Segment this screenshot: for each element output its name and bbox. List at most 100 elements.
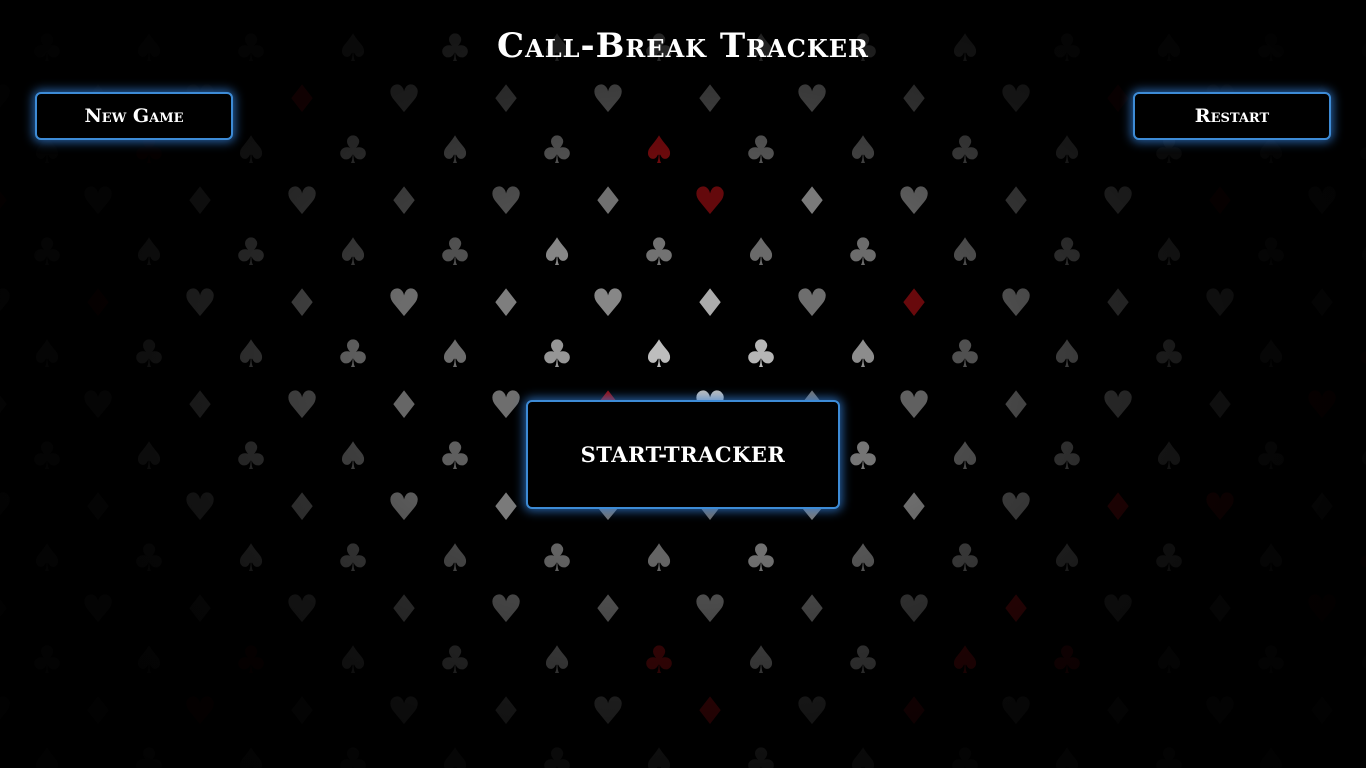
club-icon: ♣ [335,332,371,376]
club-icon: ♣ [131,536,167,580]
start-tracker-button[interactable]: START-TRACKER [526,400,840,509]
heart-icon: ♥ [998,485,1034,529]
diamond-icon: ♦ [1100,485,1136,529]
spade-icon: ♠ [539,638,575,682]
new-game-button[interactable]: New Game [35,92,233,140]
diamond-icon: ♦ [0,181,16,221]
club-icon: ♣ [539,128,575,172]
diamond-icon: ♦ [692,77,728,121]
club-icon: ♣ [233,434,269,478]
heart-icon: ♥ [182,485,218,529]
spade-icon: ♠ [1151,434,1187,478]
spade-icon: ♠ [233,740,269,768]
spade-icon: ♠ [743,638,779,682]
heart-icon: ♥ [692,179,728,223]
diamond-icon: ♦ [182,587,218,631]
spade-icon: ♠ [1151,638,1187,682]
heart-icon: ♥ [386,281,422,325]
club-icon: ♣ [1049,638,1085,682]
heart-icon: ♥ [80,383,116,427]
diamond-icon: ♦ [80,485,116,529]
heart-icon: ♥ [284,383,320,427]
diamond-icon: ♦ [1202,179,1238,223]
spade-icon: ♠ [1151,230,1187,274]
diamond-icon: ♦ [284,77,320,121]
club-icon: ♣ [437,434,473,478]
club-icon: ♣ [437,230,473,274]
spade-icon: ♠ [845,536,881,580]
diamond-icon: ♦ [794,587,830,631]
heart-icon: ♥ [386,689,422,733]
spade-icon: ♠ [233,128,269,172]
heart-icon: ♥ [794,77,830,121]
spade-icon: ♠ [1353,640,1366,680]
heart-icon: ♥ [0,487,16,527]
club-icon: ♣ [1253,638,1289,682]
diamond-icon: ♦ [0,385,16,425]
spade-icon: ♠ [29,536,65,580]
club-icon: ♣ [29,434,65,478]
spade-icon: ♠ [233,332,269,376]
heart-icon: ♥ [0,79,16,119]
club-icon: ♣ [131,740,167,768]
diamond-icon: ♦ [80,689,116,733]
diamond-icon: ♦ [794,179,830,223]
heart-icon: ♥ [896,383,932,427]
spade-icon: ♠ [641,332,677,376]
diamond-icon: ♦ [0,589,16,629]
diamond-icon: ♦ [182,179,218,223]
diamond-icon: ♦ [182,383,218,427]
spade-icon: ♠ [131,638,167,682]
heart-icon: ♥ [182,689,218,733]
club-icon: ♣ [845,638,881,682]
heart-icon: ♥ [998,281,1034,325]
spade-icon: ♠ [947,230,983,274]
spade-icon: ♠ [437,332,473,376]
club-icon: ♣ [743,332,779,376]
heart-icon: ♥ [0,691,16,731]
diamond-icon: ♦ [80,281,116,325]
spade-icon: ♠ [437,536,473,580]
club-icon: ♣ [1353,130,1366,170]
diamond-icon: ♦ [998,587,1034,631]
diamond-icon: ♦ [590,179,626,223]
club-icon: ♣ [539,332,575,376]
diamond-icon: ♦ [488,281,524,325]
heart-icon: ♥ [0,283,16,323]
heart-icon: ♥ [386,77,422,121]
club-icon: ♣ [233,638,269,682]
spade-icon: ♠ [29,740,65,768]
diamond-icon: ♦ [1202,587,1238,631]
club-icon: ♣ [1049,434,1085,478]
club-icon: ♣ [29,230,65,274]
spade-icon: ♠ [1049,740,1085,768]
spade-icon: ♠ [437,740,473,768]
spade-icon: ♠ [29,332,65,376]
spade-icon: ♠ [845,740,881,768]
diamond-icon: ♦ [998,179,1034,223]
diamond-icon: ♦ [692,281,728,325]
club-icon: ♣ [29,638,65,682]
club-icon: ♣ [947,536,983,580]
heart-icon: ♥ [1100,587,1136,631]
heart-icon: ♥ [998,77,1034,121]
club-icon: ♣ [335,740,371,768]
restart-button[interactable]: Restart [1133,92,1331,140]
diamond-icon: ♦ [488,689,524,733]
spade-icon: ♠ [845,128,881,172]
spade-icon: ♠ [131,434,167,478]
club-icon: ♣ [1353,334,1366,374]
club-icon: ♣ [743,740,779,768]
club-icon: ♣ [1253,230,1289,274]
club-icon: ♣ [947,740,983,768]
diamond-icon: ♦ [998,383,1034,427]
club-icon: ♣ [233,230,269,274]
diamond-icon: ♦ [1304,689,1340,733]
spade-icon: ♠ [1049,128,1085,172]
diamond-icon: ♦ [386,179,422,223]
diamond-icon: ♦ [284,281,320,325]
spade-icon: ♠ [233,536,269,580]
club-icon: ♣ [131,332,167,376]
club-icon: ♣ [743,128,779,172]
heart-icon: ♥ [794,281,830,325]
